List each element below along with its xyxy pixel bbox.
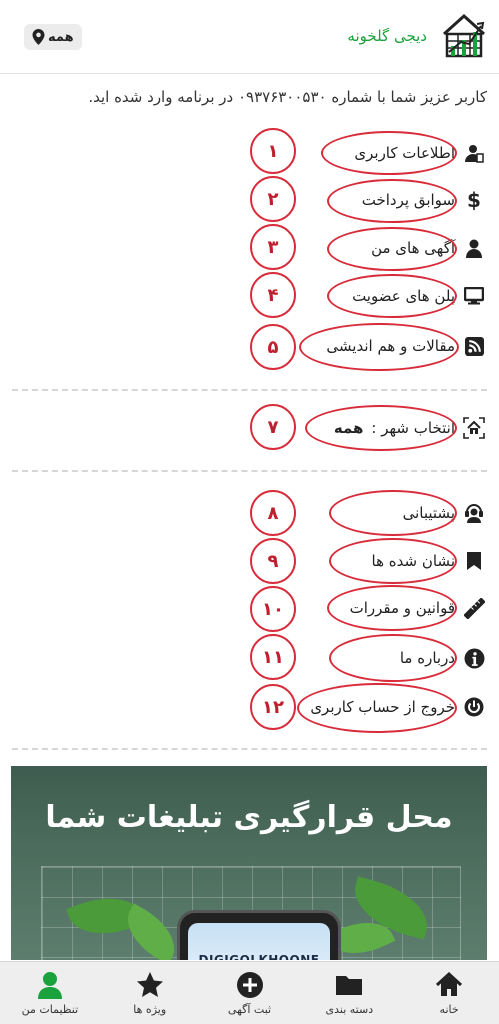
nav-label: ویژه ها <box>133 1003 167 1016</box>
annotation-number: ۱۱ <box>250 634 296 680</box>
nav-item-my-settings[interactable]: تنظیمات من <box>0 962 100 1024</box>
menu-item-label: قوانین و مقررات <box>349 599 455 617</box>
nav-label: دسته بندی <box>325 1003 374 1016</box>
star-icon <box>136 972 163 997</box>
location-filter-chip[interactable]: همه <box>24 24 82 50</box>
menu-item-label: مقالات و هم اندیشی <box>326 337 455 355</box>
nav-label: خانه <box>439 1003 459 1016</box>
city-value: همه <box>333 419 364 437</box>
rss-icon <box>461 333 487 359</box>
annotation-number: ۴ <box>250 272 296 318</box>
menu-item-about-us[interactable]: درباره ما <box>400 638 487 678</box>
annotation-number: ۱ <box>250 128 296 174</box>
menu-item-label: خروج از حساب کاربری <box>310 698 455 716</box>
nav-item-featured[interactable]: ویژه ها <box>100 962 200 1024</box>
bottom-navigation: خانه دسته بندی ثبت آگهی ویژه ها تنظیمات … <box>0 961 499 1024</box>
menu-item-articles[interactable]: مقالات و هم اندیشی <box>326 326 487 366</box>
annotation-number: ۱۲ <box>250 684 296 730</box>
brand[interactable]: دیجی گلخونه <box>347 12 487 60</box>
nav-item-post-ad[interactable]: ثبت آگهی <box>200 962 300 1024</box>
section-divider <box>12 748 487 750</box>
app-name: دیجی گلخونه <box>347 27 427 45</box>
menu-item-support[interactable]: پشتیبانی <box>403 493 487 533</box>
add-circle-icon <box>236 972 263 998</box>
folder-icon <box>336 976 363 995</box>
menu-item-rules[interactable]: قوانین و مقررات <box>350 588 487 628</box>
menu-item-label: نشان شده ها <box>371 552 455 570</box>
section-divider <box>12 470 487 472</box>
power-icon <box>461 694 487 720</box>
menu-item-label: آگهی های من <box>371 239 455 257</box>
phone-illustration: DIGIGOLKHOONE <box>177 910 341 960</box>
dollar-icon: $ <box>467 188 481 212</box>
nav-item-categories[interactable]: دسته بندی <box>299 962 399 1024</box>
location-label: همه <box>48 29 74 45</box>
menu-item-logout[interactable]: خروج از حساب کاربری <box>310 687 487 727</box>
annotation-number: ۵ <box>250 324 296 370</box>
menu-item-user-info[interactable]: اطلاعات کاربری <box>354 133 487 173</box>
nav-label: تنظیمات من <box>21 1003 79 1016</box>
menu-item-membership-plans[interactable]: پلن های عضویت <box>352 276 487 316</box>
menu-item-label: سوابق پرداخت <box>361 191 455 209</box>
info-icon <box>461 645 487 671</box>
menu-item-label: اطلاعات کاربری <box>354 144 455 162</box>
nav-item-home[interactable]: خانه <box>399 962 499 1024</box>
menu-item-label: درباره ما <box>399 649 455 667</box>
banner-title: محل قرارگیری تبلیغات شما <box>45 800 453 835</box>
annotation-number: ۷ <box>250 404 296 450</box>
home-icon <box>436 971 463 996</box>
menu-item-bookmarks[interactable]: نشان شده ها <box>372 541 487 581</box>
user-settings-icon <box>37 972 62 999</box>
annotation-number: ۲ <box>250 176 296 222</box>
bookmark-icon <box>461 548 487 574</box>
phone-screen-text: DIGIGOLKHOONE <box>188 923 330 960</box>
user-ads-icon <box>461 235 487 261</box>
city-selector[interactable]: انتخاب شهر : همه <box>334 408 487 448</box>
city-house-icon <box>461 415 487 441</box>
annotation-number: ۹ <box>250 538 296 584</box>
section-divider <box>12 389 487 391</box>
support-headset-icon <box>461 500 487 526</box>
annotation-number: ۱۰ <box>250 586 296 632</box>
annotation-number: ۸ <box>250 490 296 536</box>
menu-item-my-ads[interactable]: آگهی های من <box>371 228 487 268</box>
ruler-icon <box>461 595 487 621</box>
menu-item-label: پشتیبانی <box>402 504 455 522</box>
greenhouse-logo-icon <box>442 13 486 58</box>
nav-label: ثبت آگهی <box>227 1003 272 1016</box>
menu-item-payment-history[interactable]: $ سوابق پرداخت <box>362 180 487 220</box>
app-header: همه دیجی گلخونه <box>0 0 499 74</box>
user-info-icon <box>461 140 487 166</box>
ad-banner[interactable]: محل قرارگیری تبلیغات شما DIGIGOLKHOONE <box>11 766 487 960</box>
monitor-icon <box>461 283 487 309</box>
location-pin-icon <box>32 29 45 45</box>
city-label: انتخاب شهر : <box>371 419 455 437</box>
menu-item-label: پلن های عضویت <box>352 287 455 305</box>
welcome-message: کاربر عزیز شما با شماره ۰۹۳۷۶۳۰۰۵۳۰ در ب… <box>88 88 487 106</box>
annotation-number: ۳ <box>250 224 296 270</box>
